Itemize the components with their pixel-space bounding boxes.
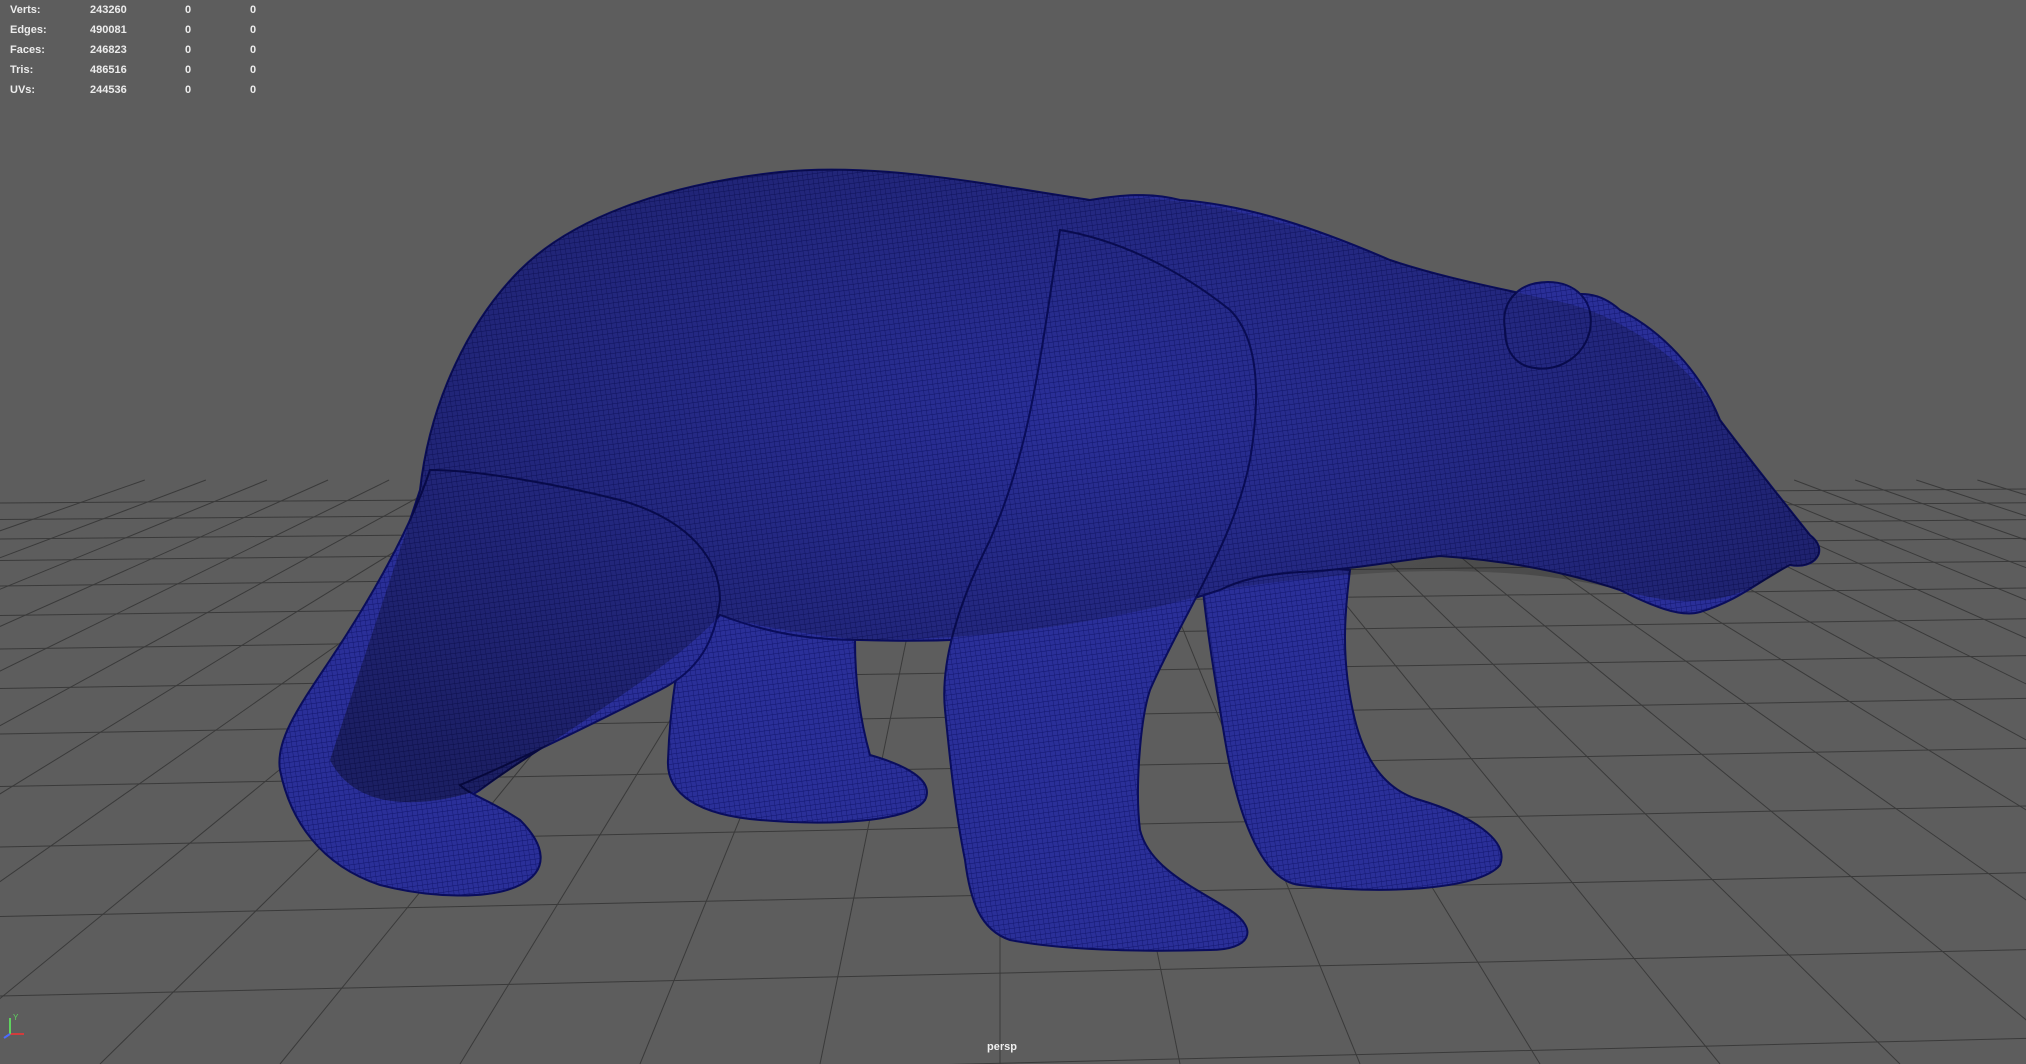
- hud-component: 0: [250, 24, 257, 36]
- grid-line: [1916, 479, 2026, 517]
- grid-line: [0, 479, 145, 532]
- hud-selected: 0: [185, 64, 192, 76]
- hud-label: UVs:: [10, 84, 36, 96]
- hud-selected: 0: [185, 84, 192, 96]
- poly-count-hud: Verts: 243260 0 0 Edges: 490081 0 0 Faces: 246823…: [10, 2, 280, 102]
- scene-canvas[interactable]: [0, 0, 2026, 1064]
- hud-label: Edges:: [10, 24, 47, 36]
- hud-component: 0: [250, 64, 257, 76]
- hud-row: Faces: 246823 0 0: [10, 42, 280, 62]
- hud-row: Verts: 243260 0 0: [10, 2, 280, 22]
- grid-line: [0, 479, 207, 559]
- hud-label: Faces:: [10, 44, 45, 56]
- hud-selected: 0: [185, 4, 192, 16]
- axis-gizmo: Y: [0, 1008, 34, 1042]
- hud-total: 486516: [90, 64, 127, 76]
- hud-row: Tris: 486516 0 0: [10, 62, 280, 82]
- grid-line: [0, 479, 268, 590]
- viewport-3d[interactable]: Verts: 243260 0 0 Edges: 490081 0 0 Faces: 246823…: [0, 0, 2026, 1064]
- hud-row: UVs: 244536 0 0: [10, 82, 280, 102]
- hud-total: 246823: [90, 44, 127, 56]
- hud-component: 0: [250, 44, 257, 56]
- bear-front-far-leg: [1198, 558, 1503, 891]
- grid-line: [1977, 479, 2026, 496]
- camera-name-label: persp: [987, 1041, 1017, 1053]
- grid-line: [0, 949, 2026, 997]
- y-axis-label: Y: [13, 1013, 19, 1022]
- hud-label: Tris:: [10, 64, 34, 76]
- hud-component: 0: [250, 4, 257, 16]
- hud-selected: 0: [185, 44, 192, 56]
- hud-total: 490081: [90, 24, 127, 36]
- grid-line: [1793, 479, 2026, 569]
- hud-selected: 0: [185, 24, 192, 36]
- hud-component: 0: [250, 84, 257, 96]
- grid-line: [0, 479, 329, 628]
- grid-line: [1855, 479, 2026, 541]
- z-axis-icon: [3, 1033, 11, 1039]
- hud-total: 244536: [90, 84, 127, 96]
- hud-total: 243260: [90, 4, 127, 16]
- polar-bear-mesh[interactable]: [278, 168, 1821, 952]
- hud-label: Verts:: [10, 4, 41, 16]
- hud-row: Edges: 490081 0 0: [10, 22, 280, 42]
